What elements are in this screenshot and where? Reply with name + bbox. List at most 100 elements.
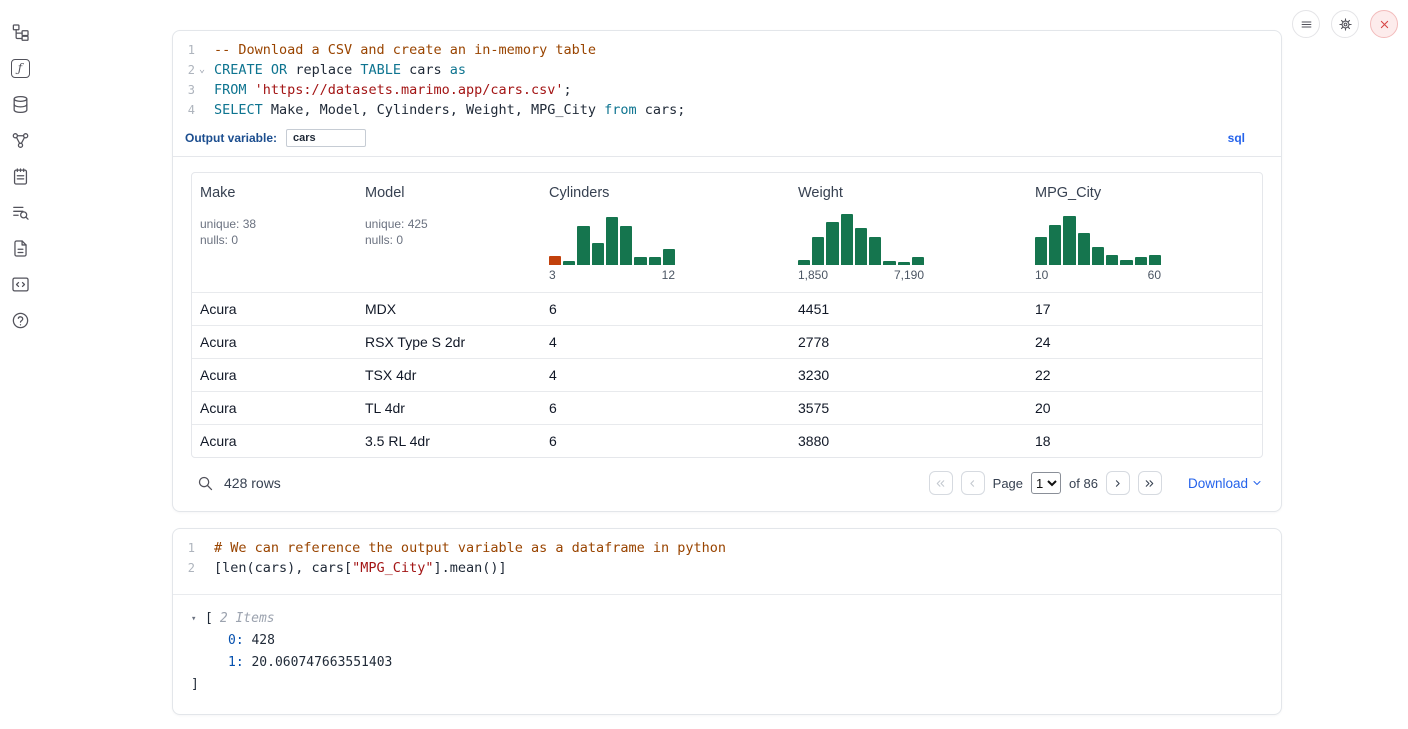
- snippets-icon[interactable]: [10, 274, 30, 294]
- table-cell: Acura: [192, 326, 357, 359]
- hist-bar: [869, 237, 881, 265]
- hist-bar: [549, 256, 561, 265]
- last-page-button[interactable]: [1138, 471, 1162, 495]
- help-icon[interactable]: [10, 310, 30, 330]
- table-cell: MDX: [357, 293, 541, 326]
- list-output: ▾ [ 2 Items 0: 428 1: 20.060747663551403…: [173, 595, 1281, 714]
- column-histogram: 1060: [1035, 211, 1161, 282]
- column-histogram: 1,8507,190: [798, 211, 924, 282]
- settings-button[interactable]: [1331, 10, 1359, 38]
- column-header-cylinders[interactable]: Cylinders312: [541, 173, 790, 293]
- column-header-make[interactable]: Makeunique: 38nulls: 0: [192, 173, 357, 293]
- hist-bar: [1063, 216, 1075, 265]
- table-row[interactable]: AcuraTSX 4dr4323022: [192, 359, 1262, 392]
- table-cell: 3.5 RL 4dr: [357, 425, 541, 458]
- logs-icon[interactable]: [10, 202, 30, 222]
- column-title: MPG_City: [1035, 183, 1254, 203]
- hist-bar: [577, 226, 589, 265]
- hist-bar: [592, 243, 604, 265]
- hist-bar: [663, 249, 675, 265]
- table-cell: Acura: [192, 293, 357, 326]
- hist-bar: [649, 257, 661, 265]
- notebook-main: 1-- Download a CSV and create an in-memo…: [172, 30, 1282, 715]
- python-code-editor[interactable]: 1# We can reference the output variable …: [173, 529, 1281, 594]
- item-value: 20.060747663551403: [251, 655, 392, 670]
- chevron-left-icon: [966, 477, 979, 490]
- language-badge[interactable]: sql: [1228, 131, 1269, 145]
- page-label: Page: [993, 476, 1023, 491]
- line-number: 2: [173, 558, 195, 578]
- page-of-label: of 86: [1069, 476, 1098, 491]
- chevron-right-icon: [1111, 477, 1124, 490]
- hist-max-label: 60: [1148, 268, 1161, 282]
- first-page-button[interactable]: [929, 471, 953, 495]
- page-select[interactable]: 1: [1031, 472, 1061, 494]
- hist-bar: [1106, 255, 1118, 265]
- hist-bar: [883, 261, 895, 265]
- line-number: 4: [173, 100, 195, 120]
- code-line: 4SELECT Make, Model, Cylinders, Weight, …: [173, 100, 1281, 120]
- download-button[interactable]: Download: [1188, 476, 1263, 491]
- search-icon: [197, 475, 214, 492]
- next-page-button[interactable]: [1106, 471, 1130, 495]
- code-line: 1-- Download a CSV and create an in-memo…: [173, 40, 1281, 60]
- hist-bar: [798, 260, 810, 265]
- column-header-model[interactable]: Modelunique: 425nulls: 0: [357, 173, 541, 293]
- hist-bar: [634, 257, 646, 265]
- menu-icon: [1299, 17, 1314, 32]
- hist-bar: [1049, 225, 1061, 266]
- list-item: 0: 428: [191, 630, 1281, 652]
- dependency-graph-icon[interactable]: [10, 130, 30, 150]
- line-number: 2: [173, 60, 195, 80]
- row-count: 428 rows: [224, 475, 281, 491]
- table-row[interactable]: AcuraMDX6445117: [192, 293, 1262, 326]
- previous-page-button[interactable]: [961, 471, 985, 495]
- hist-bar: [1120, 260, 1132, 265]
- table-cell: 24: [1027, 326, 1262, 359]
- fold-chevron-icon[interactable]: ⌄: [195, 60, 209, 80]
- python-cell: 1# We can reference the output variable …: [172, 528, 1282, 715]
- hist-min-label: 3: [549, 268, 556, 282]
- item-key: 1:: [228, 655, 244, 670]
- data-table-container: Makeunique: 38nulls: 0Modelunique: 425nu…: [191, 172, 1263, 458]
- hist-bar: [620, 226, 632, 265]
- list-item: 1: 20.060747663551403: [191, 652, 1281, 674]
- datasources-icon[interactable]: [10, 94, 30, 114]
- code-line: 2[len(cars), cars["MPG_City"].mean()]: [173, 558, 1281, 578]
- output-variable-input[interactable]: [286, 129, 366, 147]
- column-title: Cylinders: [549, 183, 782, 203]
- collapse-chevron-icon[interactable]: ▾: [191, 608, 205, 630]
- table-row[interactable]: AcuraRSX Type S 2dr4277824: [192, 326, 1262, 359]
- table-cell: TSX 4dr: [357, 359, 541, 392]
- table-cell: 6: [541, 392, 790, 425]
- output-variable-row: Output variable: sql: [173, 125, 1281, 157]
- column-title: Weight: [798, 183, 1019, 203]
- menu-button[interactable]: [1292, 10, 1320, 38]
- item-key: 0:: [228, 633, 244, 648]
- documentation-icon[interactable]: [10, 238, 30, 258]
- chevrons-right-icon: [1143, 477, 1156, 490]
- items-count: 2 Items: [220, 608, 275, 630]
- table-search-button[interactable]: [197, 475, 214, 492]
- hist-bar: [1135, 257, 1147, 265]
- hist-max-label: 7,190: [894, 268, 924, 282]
- table-cell: 2778: [790, 326, 1027, 359]
- table-cell: 22: [1027, 359, 1262, 392]
- hist-bar: [1035, 237, 1047, 265]
- hist-bar: [1092, 247, 1104, 265]
- column-header-weight[interactable]: Weight 1,8507,190: [790, 173, 1027, 293]
- download-label: Download: [1188, 476, 1248, 491]
- sql-code-editor[interactable]: 1-- Download a CSV and create an in-memo…: [173, 31, 1281, 125]
- table-cell: 20: [1027, 392, 1262, 425]
- scratchpad-icon[interactable]: [10, 166, 30, 186]
- hist-bar: [812, 237, 824, 265]
- table-row[interactable]: AcuraTL 4dr6357520: [192, 392, 1262, 425]
- file-explorer-icon[interactable]: [10, 22, 30, 42]
- hist-bar: [606, 217, 618, 265]
- table-row[interactable]: Acura3.5 RL 4dr6388018: [192, 425, 1262, 458]
- column-header-mpg_city[interactable]: MPG_City 1060: [1027, 173, 1262, 293]
- chevron-down-icon: [1251, 477, 1263, 489]
- close-button[interactable]: [1370, 10, 1398, 38]
- hist-bar: [912, 257, 924, 265]
- variables-icon[interactable]: ƒ: [10, 58, 30, 78]
